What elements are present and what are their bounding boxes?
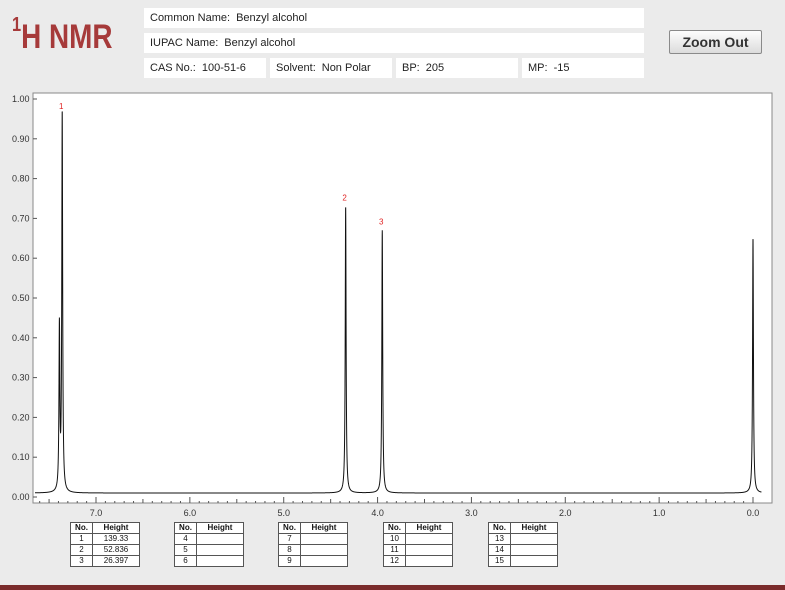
peak-number: 7 bbox=[278, 533, 301, 545]
y-tick-label: 0.10 bbox=[12, 452, 30, 462]
table-header-no: No. bbox=[488, 522, 511, 534]
nmr-spectrum-chart[interactable]: 0.00 0.10 0.20 0.30 0.40 0.50 0.60 0.70 0.80 0.90… bbox=[0, 0, 785, 590]
plot-area[interactable] bbox=[32, 92, 773, 504]
peak-label: 3 bbox=[379, 217, 384, 226]
table-row: 1 139.33 bbox=[70, 533, 140, 545]
x-tick-label: 5.0 bbox=[277, 508, 290, 518]
table-row: 7 bbox=[278, 533, 348, 545]
x-tick-label: 7.0 bbox=[90, 508, 103, 518]
peak-height: 139.33 bbox=[92, 533, 140, 545]
peak-height bbox=[405, 555, 453, 567]
table-row: 9 bbox=[278, 555, 348, 567]
peak-height bbox=[300, 555, 348, 567]
table-row: 15 bbox=[488, 555, 558, 567]
x-tick-label: 0.0 bbox=[747, 508, 760, 518]
table-row: 4 bbox=[174, 533, 244, 545]
peak-number: 14 bbox=[488, 544, 511, 556]
table-row: 6 bbox=[174, 555, 244, 567]
peak-height bbox=[405, 533, 453, 545]
peak-label: 1 bbox=[59, 102, 64, 111]
x-tick-label: 6.0 bbox=[184, 508, 197, 518]
peak-number: 11 bbox=[383, 544, 406, 556]
table-header-no: No. bbox=[278, 522, 301, 534]
peak-number: 3 bbox=[70, 555, 93, 567]
peak-height bbox=[300, 533, 348, 545]
table-header-no: No. bbox=[174, 522, 197, 534]
peak-height bbox=[300, 544, 348, 556]
x-tick-label: 1.0 bbox=[653, 508, 666, 518]
y-tick-label: 0.40 bbox=[12, 333, 30, 343]
table-row: 13 bbox=[488, 533, 558, 545]
peak-number: 9 bbox=[278, 555, 301, 567]
peak-number: 15 bbox=[488, 555, 511, 567]
y-tick-label: 1.00 bbox=[12, 94, 30, 104]
peak-height bbox=[196, 544, 244, 556]
peak-table: No. Height 10 11 12 bbox=[383, 522, 453, 567]
peak-number: 8 bbox=[278, 544, 301, 556]
table-row: 2 52.836 bbox=[70, 544, 140, 556]
table-header-height: Height bbox=[405, 522, 453, 534]
peak-number: 12 bbox=[383, 555, 406, 567]
table-header-height: Height bbox=[510, 522, 558, 534]
peak-number: 10 bbox=[383, 533, 406, 545]
table-header-height: Height bbox=[92, 522, 140, 534]
peak-table: No. Height 7 8 9 bbox=[278, 522, 348, 567]
peak-table: No. Height 1 139.33 2 52.836 3 26.397 bbox=[70, 522, 140, 567]
table-header-height: Height bbox=[300, 522, 348, 534]
table-row: 11 bbox=[383, 544, 453, 556]
peak-height bbox=[510, 533, 558, 545]
peak-number: 2 bbox=[70, 544, 93, 556]
peak-height bbox=[196, 533, 244, 545]
table-header-no: No. bbox=[383, 522, 406, 534]
y-tick-label: 0.60 bbox=[12, 253, 30, 263]
x-tick-label: 4.0 bbox=[371, 508, 384, 518]
table-row: 3 26.397 bbox=[70, 555, 140, 567]
peak-number: 1 bbox=[70, 533, 93, 545]
peak-table: No. Height 4 5 6 bbox=[174, 522, 244, 567]
peak-number: 5 bbox=[174, 544, 197, 556]
peak-height bbox=[405, 544, 453, 556]
peak-number: 6 bbox=[174, 555, 197, 567]
peak-number: 13 bbox=[488, 533, 511, 545]
y-tick-label: 0.30 bbox=[12, 373, 30, 383]
y-tick-label: 0.50 bbox=[12, 293, 30, 303]
table-row: 8 bbox=[278, 544, 348, 556]
table-row: 12 bbox=[383, 555, 453, 567]
peak-label: 2 bbox=[342, 193, 347, 202]
table-header-height: Height bbox=[196, 522, 244, 534]
y-tick-label: 0.00 bbox=[12, 492, 30, 502]
x-tick-label: 3.0 bbox=[465, 508, 478, 518]
table-header-no: No. bbox=[70, 522, 93, 534]
x-tick-label: 2.0 bbox=[559, 508, 572, 518]
peak-height bbox=[510, 544, 558, 556]
peak-height: 26.397 bbox=[92, 555, 140, 567]
table-row: 10 bbox=[383, 533, 453, 545]
bottom-bar bbox=[0, 585, 785, 590]
peak-height: 52.836 bbox=[92, 544, 140, 556]
peak-height bbox=[196, 555, 244, 567]
y-tick-label: 0.80 bbox=[12, 174, 30, 184]
peak-height bbox=[510, 555, 558, 567]
table-row: 14 bbox=[488, 544, 558, 556]
y-tick-label: 0.20 bbox=[12, 412, 30, 422]
table-row: 5 bbox=[174, 544, 244, 556]
y-tick-label: 0.70 bbox=[12, 213, 30, 223]
peak-table: No. Height 13 14 15 bbox=[488, 522, 558, 567]
peak-number: 4 bbox=[174, 533, 197, 545]
y-tick-label: 0.90 bbox=[12, 134, 30, 144]
